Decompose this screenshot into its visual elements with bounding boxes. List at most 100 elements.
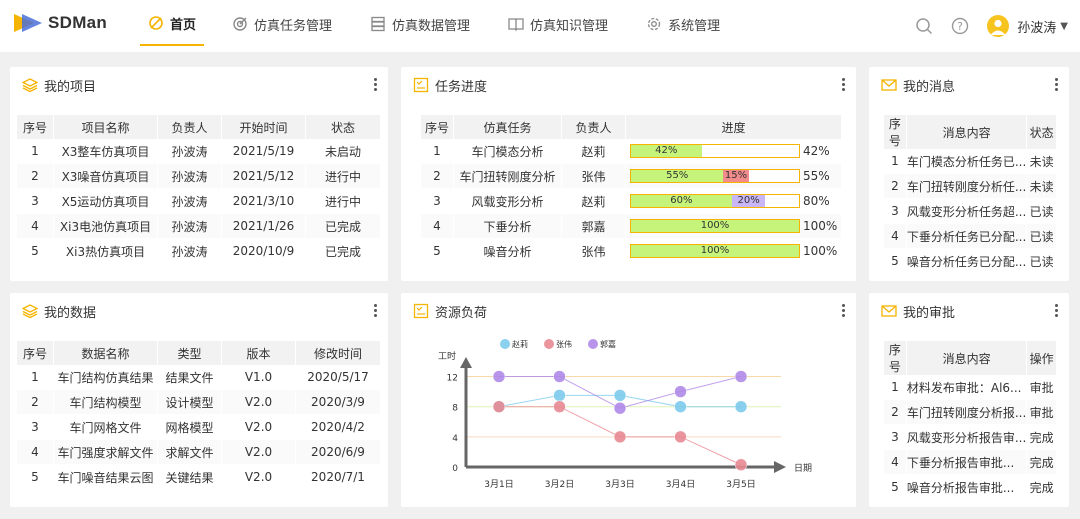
caret-down-icon[interactable]: ▼: [1060, 21, 1068, 32]
cell: 5: [421, 239, 453, 264]
cell: 3: [17, 189, 53, 214]
resource-more-icon[interactable]: [842, 304, 846, 318]
progress-segment: 100%: [631, 220, 799, 233]
cell: 孙波涛: [157, 214, 221, 239]
progress-segment: 60%: [631, 195, 732, 208]
cell: 车门扭转刚度分析: [453, 164, 561, 189]
table-row[interactable]: 5 噪音分析 张伟 100% 100%: [421, 239, 841, 264]
table-row[interactable]: 1 车门结构仿真结果 结果文件 V1.0 2020/5/17: [17, 365, 380, 390]
messages-table: 序号 消息内容 状态 1 车门模态分析任务已... 未读 2 车门扭转刚度分析任...…: [884, 115, 1056, 274]
x-tick-label: 3月2日: [545, 479, 574, 490]
progress-bar: 42%: [630, 144, 800, 159]
data-point: [674, 385, 687, 398]
approve-action[interactable]: 完成: [1026, 475, 1056, 500]
progress-total: 100%: [803, 244, 838, 259]
cell: 4: [421, 214, 453, 239]
cell: 1: [884, 375, 906, 400]
col-header: 序号: [884, 115, 906, 149]
help-icon[interactable]: ?: [951, 17, 969, 35]
table-row[interactable]: 4 Xi3电池仿真项目 孙波涛 2021/1/26 已完成: [17, 214, 380, 239]
table-row[interactable]: 1 车门模态分析 赵莉 42% 42%: [421, 139, 841, 164]
approvals-card: 我的审批 序号 消息内容 操作 1 材料发布审批：Al6... 审批 2 车门扭转刚度…: [869, 293, 1069, 507]
cell: 已完成: [305, 239, 380, 264]
projects-more-icon[interactable]: [374, 78, 378, 92]
data-more-icon[interactable]: [374, 304, 378, 318]
top-bar: SDMan 首页 仿真任务管理 仿真数据管理 仿真知识管理 系统管理 ? 孙波涛: [0, 0, 1080, 52]
nav-system[interactable]: 系统管理: [638, 2, 728, 46]
table-row[interactable]: 5 噪音分析任务已分配... 已读: [884, 249, 1056, 274]
approve-action[interactable]: 审批: [1026, 400, 1056, 425]
cell: 5: [884, 249, 906, 274]
nav-sim-task[interactable]: 仿真任务管理: [224, 2, 340, 46]
data-point: [553, 389, 566, 402]
messages-card: 我的消息 序号 消息内容 状态 1 车门模态分析任务已... 未读 2 车门扭转刚度分…: [869, 67, 1069, 281]
tasks-more-icon[interactable]: [842, 78, 846, 92]
cell: 2020/10/9: [221, 239, 305, 264]
messages-card-title: 我的消息: [903, 79, 956, 95]
nav-home[interactable]: 首页: [140, 2, 205, 46]
cell: 设计模型: [157, 390, 221, 415]
user-name[interactable]: 孙波涛: [1017, 17, 1056, 36]
table-row[interactable]: 4 下垂分析 郭嘉 100% 100%: [421, 214, 841, 239]
table-row[interactable]: 3 风载变形分析任务超... 已读: [884, 199, 1056, 224]
legend-label: 赵莉: [512, 339, 528, 349]
y-tick-label: 8: [452, 404, 458, 414]
nav-home-label: 首页: [170, 17, 197, 33]
table-row[interactable]: 5 噪音分析报告审批... 完成: [884, 475, 1056, 500]
table-row[interactable]: 1 材料发布审批：Al6... 审批: [884, 375, 1056, 400]
cell: 3: [17, 415, 53, 440]
table-row[interactable]: 3 风载变形分析报告审... 完成: [884, 425, 1056, 450]
cell: 已读: [1026, 224, 1056, 249]
progress-cell: 100% 100%: [625, 239, 841, 264]
nav-sim-data[interactable]: 仿真数据管理: [362, 2, 478, 46]
nav-sim-knowledge[interactable]: 仿真知识管理: [500, 2, 616, 46]
approve-action[interactable]: 完成: [1026, 425, 1056, 450]
table-row[interactable]: 3 车门网格文件 网格模型 V2.0 2020/4/2: [17, 415, 380, 440]
cell: 下垂分析报告审批...: [905, 450, 1027, 475]
avatar[interactable]: [987, 15, 1010, 37]
cell: 5: [17, 465, 53, 490]
cell: 2020/4/2: [295, 415, 380, 440]
cell: 未读: [1026, 149, 1056, 174]
table-row[interactable]: 2 车门扭转刚度分析任... 未读: [884, 174, 1056, 199]
cell: 材料发布审批：Al6...: [905, 375, 1027, 400]
nav-sim-task-label: 仿真任务管理: [254, 18, 333, 34]
cell: 网格模型: [157, 415, 221, 440]
table-row[interactable]: 1 车门模态分析任务已... 未读: [884, 149, 1056, 174]
legend-label: 郭嘉: [600, 339, 616, 349]
cell: 2021/3/10: [221, 189, 305, 214]
data-card: 我的数据 序号 数据名称 类型 版本 修改时间 1 车门结构仿真结果 结果文件 V1.…: [10, 293, 388, 507]
cell: 2: [17, 164, 53, 189]
table-row[interactable]: 2 车门扭转刚度分析报... 审批: [884, 400, 1056, 425]
data-point: [613, 430, 627, 444]
table-row[interactable]: 4 车门强度求解文件 求解文件 V2.0 2020/6/9: [17, 440, 380, 465]
app-logo[interactable]: SDMan: [12, 12, 107, 34]
cell: 2020/3/9: [295, 390, 380, 415]
table-row[interactable]: 2 车门结构模型 设计模型 V2.0 2020/3/9: [17, 390, 380, 415]
cell: 未读: [1026, 174, 1056, 199]
cell: 2020/6/9: [295, 440, 380, 465]
projects-card: 我的项目 序号 项目名称 负责人 开始时间 状态 1 X3整车仿真项目 孙波涛 202…: [10, 67, 388, 281]
cell: 2021/1/26: [221, 214, 305, 239]
table-row[interactable]: 1 X3整车仿真项目 孙波涛 2021/5/19 未启动: [17, 139, 380, 164]
table-row[interactable]: 3 X5运动仿真项目 孙波涛 2021/3/10 进行中: [17, 189, 380, 214]
table-row[interactable]: 4 下垂分析报告审批... 完成: [884, 450, 1056, 475]
approve-action[interactable]: 审批: [1026, 375, 1056, 400]
approvals-more-icon[interactable]: [1055, 304, 1059, 318]
table-row[interactable]: 5 车门噪音结果云图 关键结果 V2.0 2020/7/1: [17, 465, 380, 490]
cell: V2.0: [221, 415, 295, 440]
messages-more-icon[interactable]: [1055, 78, 1059, 92]
table-row[interactable]: 5 Xi3热仿真项目 孙波涛 2020/10/9 已完成: [17, 239, 380, 264]
messages-card-header: 我的消息: [869, 67, 1069, 103]
table-row[interactable]: 2 车门扭转刚度分析 张伟 55% 15% 55%: [421, 164, 841, 189]
data-point: [674, 400, 687, 413]
cell: 4: [17, 214, 53, 239]
table-row[interactable]: 4 下垂分析任务已分配... 已读: [884, 224, 1056, 249]
table-row[interactable]: 2 X3噪音仿真项目 孙波涛 2021/5/12 进行中: [17, 164, 380, 189]
cell: 已完成: [305, 214, 380, 239]
cell: 4: [884, 450, 906, 475]
approve-action[interactable]: 完成: [1026, 450, 1056, 475]
cell: 赵莉: [561, 189, 625, 214]
search-icon[interactable]: [915, 17, 933, 35]
table-row[interactable]: 3 风载变形分析 赵莉 60% 20% 80%: [421, 189, 841, 214]
